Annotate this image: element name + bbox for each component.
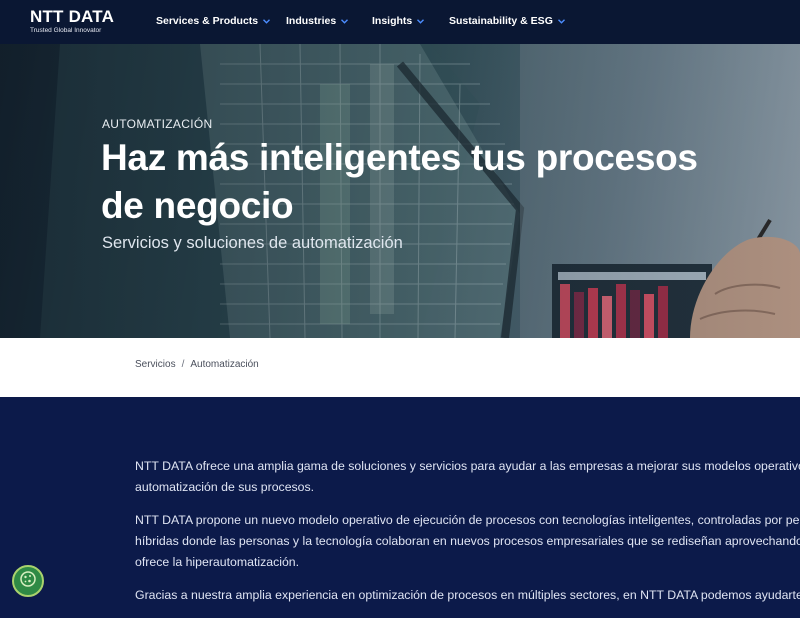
intro-paragraph-1: NTT DATA ofrece una amplia gama de soluc… (135, 456, 800, 498)
page-title: Haz más inteligentes tus procesos de neg… (101, 137, 698, 226)
breadcrumb-separator: / (181, 359, 185, 370)
nav-label: Sustainability & ESG (449, 15, 553, 27)
breadcrumb: Servicios / Automatización (135, 359, 259, 370)
chevron-down-icon (557, 19, 565, 24)
hero-banner: AUTOMATIZACIÓN Haz más inteligentes tus … (0, 44, 800, 338)
nav-label: Services & Products (156, 15, 259, 27)
hero-subtitle: Servicios y soluciones de automatización (102, 234, 403, 252)
paragraph-line: NTT DATA propone un nuevo modelo operati… (135, 513, 800, 527)
breadcrumb-automatizacion[interactable]: Automatización (190, 359, 258, 370)
intro-paragraph-2: NTT DATA propone un nuevo modelo operati… (135, 510, 800, 573)
nav-industries[interactable]: Industries (286, 15, 349, 27)
nav-label: Insights (372, 15, 413, 27)
ntt-data-logo[interactable]: NTT DATA Trusted Global Innovator (30, 8, 114, 35)
nav-label: Industries (286, 15, 337, 27)
chevron-down-icon (263, 19, 271, 24)
paragraph-line: automatización de sus procesos. (135, 480, 315, 494)
chevron-down-icon (417, 19, 425, 24)
top-navigation: NTT DATA Trusted Global Innovator Servic… (0, 0, 800, 44)
cookie-settings-button[interactable] (12, 565, 44, 597)
chevron-down-icon (341, 19, 349, 24)
logo-tagline: Trusted Global Innovator (30, 27, 102, 34)
breadcrumb-bar: Servicios / Automatización (0, 338, 800, 397)
cookie-icon (19, 570, 37, 593)
intro-paragraph-3: Gracias a nuestra amplia experiencia en … (135, 585, 800, 606)
paragraph-line: híbridas donde las personas y la tecnolo… (135, 534, 800, 548)
logo-text: NTT DATA (30, 7, 115, 26)
nav-insights[interactable]: Insights (372, 15, 425, 27)
nav-services-products[interactable]: Services & Products (156, 15, 271, 27)
paragraph-line: NTT DATA ofrece una amplia gama de soluc… (135, 459, 800, 473)
paragraph-line: ofrece la hiperautomatización. (135, 555, 300, 569)
nav-sustainability-esg[interactable]: Sustainability & ESG (449, 15, 565, 27)
hero-eyebrow: AUTOMATIZACIÓN (102, 117, 213, 131)
breadcrumb-servicios[interactable]: Servicios (135, 359, 176, 370)
main-content: NTT DATA ofrece una amplia gama de soluc… (135, 456, 800, 618)
